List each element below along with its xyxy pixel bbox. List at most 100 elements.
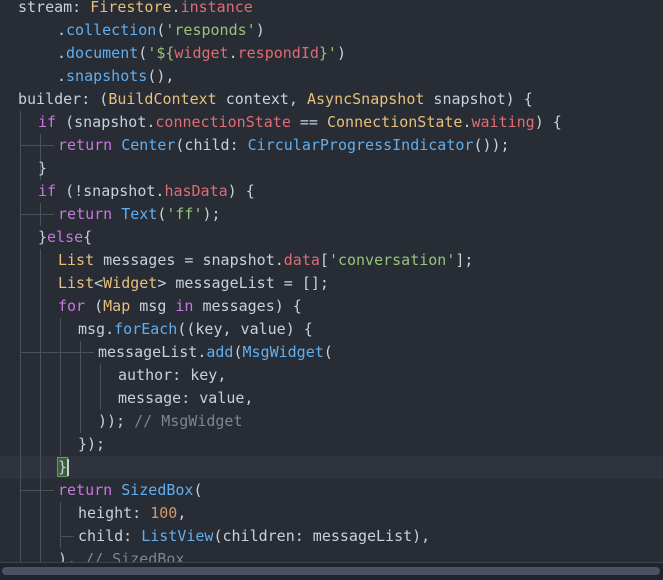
code-token-plain: }: [56, 457, 69, 477]
indent-guide: [20, 295, 21, 318]
code-line[interactable]: height: 100,: [0, 502, 663, 525]
code-token-type: Map: [103, 297, 131, 315]
code-line[interactable]: messageList.add(MsgWidget(: [0, 341, 663, 364]
code-token-plain: {: [83, 228, 93, 246]
code-token-plain: }: [38, 159, 48, 177]
code-line[interactable]: .snapshots(),: [0, 65, 663, 88]
code-text: .collection('responds'): [57, 19, 265, 42]
code-line[interactable]: }else{: [0, 226, 663, 249]
horizontal-scrollbar[interactable]: [0, 562, 663, 580]
indent-guide: [20, 157, 21, 180]
indent-guide: [20, 456, 21, 479]
code-line[interactable]: if (!snapshot.hasData) {: [0, 180, 663, 203]
code-line[interactable]: ), // SizedBox: [0, 548, 663, 563]
code-token-keyword: for: [58, 297, 86, 315]
code-line[interactable]: )); // MsgWidget: [0, 410, 663, 433]
code-token-plain: ) {: [227, 182, 255, 200]
indent-branch: [60, 536, 74, 537]
code-token-plain: child:: [78, 527, 142, 545]
indent-guide: [40, 548, 41, 563]
indent-guide: [40, 525, 41, 548]
code-line[interactable]: List messages = snapshot.data['conversat…: [0, 249, 663, 272]
code-line[interactable]: }: [0, 456, 663, 479]
code-text: List messages = snapshot.data['conversat…: [58, 249, 473, 272]
code-line[interactable]: return SizedBox(: [0, 479, 663, 502]
code-line[interactable]: builder: (BuildContext context, AsyncSna…: [0, 88, 663, 111]
code-text: message: value,: [118, 387, 253, 410]
code-token-plain: messages) {: [193, 297, 302, 315]
code-token-function: CircularProgressIndicator: [247, 136, 474, 154]
code-token-plain: <: [94, 274, 104, 292]
code-token-function: ListView: [141, 527, 214, 545]
code-token-property: hasData: [164, 182, 228, 200]
code-line[interactable]: stream: Firestore.instance: [0, 0, 663, 19]
indent-guide: [40, 387, 41, 410]
code-token-plain: ): [336, 44, 346, 62]
indent-guide: [60, 433, 61, 456]
code-line[interactable]: for (Map msg in messages) {: [0, 295, 663, 318]
code-token-plain: (: [138, 44, 148, 62]
code-token-type: AsyncSnapshot: [307, 90, 425, 108]
code-line[interactable]: }: [0, 157, 663, 180]
code-token-plain: .: [57, 67, 67, 85]
code-text: .document('${widget.respondId}'): [57, 42, 346, 65]
code-text: stream: Firestore.instance: [18, 0, 253, 19]
indent-guide: [20, 548, 21, 563]
code-line[interactable]: if (snapshot.connectionState == Connecti…: [0, 111, 663, 134]
code-token-plain: messageList.: [98, 343, 207, 361]
code-text: return Center(child: CircularProgressInd…: [58, 134, 510, 157]
indent-guide: [20, 180, 21, 203]
code-token-plain: author: key,: [118, 366, 227, 384]
code-token-keyword: in: [175, 297, 194, 315]
indent-guide: [60, 318, 61, 341]
code-line[interactable]: .collection('responds'): [0, 19, 663, 42]
code-token-plain: message: value,: [118, 389, 254, 407]
code-token-plain: context,: [216, 90, 307, 108]
code-line[interactable]: return Center(child: CircularProgressInd…: [0, 134, 663, 157]
indent-guide: [40, 364, 41, 387]
scrollbar-thumb[interactable]: [2, 567, 660, 575]
code-token-property: connectionState: [155, 113, 291, 131]
code-token-string: }': [318, 44, 337, 62]
code-line[interactable]: return Text('ff');: [0, 203, 663, 226]
code-line[interactable]: });: [0, 433, 663, 456]
code-line[interactable]: msg.forEach((key, value) {: [0, 318, 663, 341]
code-token-plain: .: [462, 113, 472, 131]
indent-guide: [20, 502, 21, 525]
code-line[interactable]: author: key,: [0, 364, 663, 387]
code-token-keyword: else: [47, 228, 84, 246]
code-token-function: document: [66, 44, 139, 62]
code-token-property: widget: [174, 44, 229, 62]
code-line[interactable]: List<Widget> messageList = [];: [0, 272, 663, 295]
code-text: }: [38, 157, 47, 180]
code-text: ), // SizedBox: [58, 548, 184, 563]
code-token-type: List: [58, 274, 95, 292]
code-line[interactable]: .document('${widget.respondId}'): [0, 42, 663, 65]
indent-guide: [80, 387, 81, 410]
code-token-keyword: if: [38, 182, 57, 200]
code-line[interactable]: message: value,: [0, 387, 663, 410]
indent-guide: [100, 364, 101, 387]
code-token-keyword: if: [38, 113, 57, 131]
code-token-comment: // MsgWidget: [125, 412, 243, 430]
code-line[interactable]: child: ListView(children: messageList),: [0, 525, 663, 548]
code-text: if (!snapshot.hasData) {: [38, 180, 255, 203]
indent-guide: [20, 226, 21, 249]
code-token-type: List: [58, 251, 95, 269]
code-token-plain: msg.: [78, 320, 115, 338]
code-token-plain: (: [193, 481, 203, 499]
code-token-plain: [: [319, 251, 329, 269]
code-text: return Text('ff');: [58, 203, 221, 226]
code-token-function: snapshots: [66, 67, 148, 85]
code-editor[interactable]: stream: Firestore.instance .collection('r…: [0, 0, 663, 563]
indent-guide: [40, 456, 41, 479]
code-token-plain: ((key, value) {: [177, 320, 313, 338]
code-token-function: Center: [121, 136, 176, 154]
code-token-plain: (snapshot.: [56, 113, 156, 131]
code-token-plain: .: [171, 0, 181, 16]
indent-guide: [60, 502, 61, 525]
code-token-plain: messages = snapshot.: [94, 251, 284, 269]
code-token-plain: });: [78, 435, 106, 453]
indent-guide: [100, 387, 101, 410]
